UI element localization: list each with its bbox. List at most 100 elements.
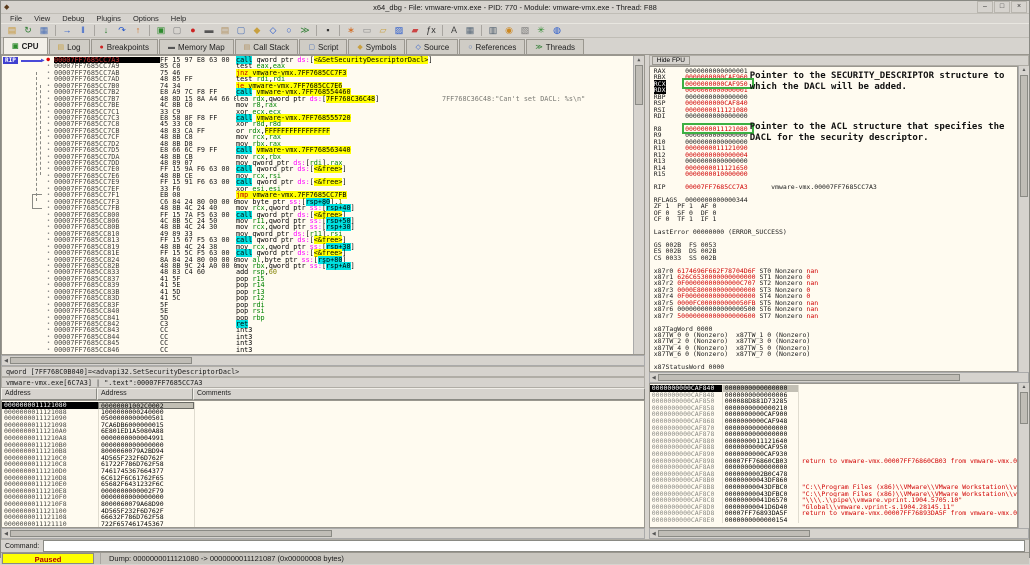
tab-script[interactable]: ▢Script [299, 39, 347, 54]
restart-icon[interactable]: ↻ [21, 24, 36, 37]
dump-row[interactable]: 00000000111210C04D565F232F6D762F [2, 455, 644, 462]
tab-symbols[interactable]: ◆Symbols [348, 39, 405, 54]
dump-row[interactable]: 00000000111210900500000000000501 [2, 415, 644, 422]
symbols-icon[interactable]: ◆ [250, 24, 265, 37]
tab-breakpoints[interactable]: ●Breakpoints [91, 39, 158, 54]
command-input[interactable] [43, 540, 1025, 552]
bug-icon[interactable]: ✳ [534, 24, 549, 37]
menu-options[interactable]: Options [127, 14, 165, 23]
hide-fpu-button[interactable]: Hide FPU [652, 56, 690, 65]
script-icon[interactable]: ▢ [234, 24, 249, 37]
dump-header-address-1[interactable]: Address [97, 388, 193, 400]
minimize-button[interactable]: – [977, 1, 993, 13]
scrollbar-thumb[interactable] [658, 374, 960, 381]
dump-row[interactable]: 00000000111210E065682F6431232F6C [2, 481, 644, 488]
dump-header-address-0[interactable]: Address [1, 388, 97, 400]
memmap2-icon[interactable]: ▥ [486, 24, 501, 37]
highlight-icon[interactable]: ▨ [392, 24, 407, 37]
references-icon[interactable]: ○ [282, 24, 297, 37]
execute-till-return-icon[interactable]: ↑ [131, 24, 146, 37]
source-icon[interactable]: ◇ [266, 24, 281, 37]
menu-debug[interactable]: Debug [56, 14, 90, 23]
fx-icon[interactable]: ƒx [424, 24, 439, 37]
dump-row[interactable]: 00000000111210A06E801ED1A5080A88 [2, 428, 644, 435]
dump-row[interactable]: 00000000111210E80000000000002F79 [2, 488, 644, 495]
dump-header-comments-2[interactable]: Comments [193, 388, 645, 400]
dump-row[interactable]: 00000000111210B00000000000000000 [2, 442, 644, 449]
dump-row[interactable]: 00000000111210D07461745367664377 [2, 468, 644, 475]
dump-row[interactable]: 00000000111210B88000060079A2BD94 [2, 448, 644, 455]
dump-row[interactable]: 00000000111210F00000000000000000 [2, 494, 644, 501]
menu-help[interactable]: Help [165, 14, 192, 23]
pause-icon[interactable]: ‖ [76, 24, 91, 37]
tab-call-stack[interactable]: ▤Call Stack [235, 39, 299, 54]
maximize-button[interactable]: □ [994, 1, 1010, 13]
step-over-icon[interactable]: ↷ [115, 24, 130, 37]
open-file-icon[interactable]: ▤ [5, 24, 20, 37]
menu-view[interactable]: View [28, 14, 56, 23]
stack-vertical-scrollbar[interactable]: ▲ [1018, 383, 1029, 528]
dump-row[interactable]: 00000000111210C861722F786D762F58 [2, 461, 644, 468]
scrollbar-thumb[interactable] [10, 530, 332, 537]
snowman-icon[interactable]: ▪ [321, 24, 336, 37]
dump-row[interactable]: 00000000111210D86C612F6C61762F65 [2, 475, 644, 482]
erase-icon[interactable]: ▰ [408, 24, 423, 37]
comment-icon[interactable]: ▭ [360, 24, 375, 37]
call-stack-icon[interactable]: ▤ [218, 24, 233, 37]
register-line[interactable]: x87SW_B 0 x87SW_C3 0 x87SW_C2 0 [654, 371, 1017, 372]
scroll-left-icon[interactable]: ◀ [650, 375, 658, 381]
update-icon[interactable]: ▧ [518, 24, 533, 37]
tab-cpu[interactable]: ▣CPU [3, 37, 48, 54]
scrollbar-thumb[interactable] [10, 357, 192, 364]
about-icon[interactable]: ◍ [550, 24, 565, 37]
step-into-icon[interactable]: ↓ [99, 24, 114, 37]
right-column: Hide FPU Pointer to the SECURITY_DESCRIP… [649, 55, 1029, 539]
az-icon[interactable]: A [447, 24, 462, 37]
tab-threads[interactable]: ≫Threads [526, 39, 584, 54]
dump-row[interactable]: 00000000111210F88000060079A68D90 [2, 501, 644, 508]
tab-log[interactable]: ▤Log [49, 39, 90, 54]
tab-references[interactable]: ○References [459, 39, 525, 54]
dump-row[interactable]: 0000000011121110722F657461745367 [2, 521, 644, 528]
threads-icon[interactable]: ≫ [298, 24, 313, 37]
dump-row[interactable]: 00000000111210A80000000000004991 [2, 435, 644, 442]
scrollbar-thumb[interactable] [658, 530, 810, 537]
dump-row[interactable]: 000000001112108000000001002C0002 [2, 402, 644, 409]
log-icon[interactable]: ▢ [170, 24, 185, 37]
dump-row[interactable]: 00000000111211004D565F232F6D762F [2, 508, 644, 515]
scroll-left-icon[interactable]: ◀ [2, 358, 10, 364]
registers-horizontal-scrollbar[interactable]: ◀ [649, 372, 1029, 383]
run-icon[interactable]: → [60, 24, 75, 37]
tab-source[interactable]: ◇Source [406, 39, 458, 54]
stack-row[interactable]: 0000000000CAF8E00000000000000154 [650, 517, 1017, 524]
memory-map-icon[interactable]: ▬ [202, 24, 217, 37]
tab-label: Script [318, 43, 338, 52]
scroll-left-icon[interactable]: ◀ [650, 531, 658, 537]
disassembly-horizontal-scrollbar[interactable]: ◀ [1, 355, 645, 366]
scroll-left-icon[interactable]: ◀ [2, 531, 10, 537]
label-icon[interactable]: ▱ [376, 24, 391, 37]
breakpoints-icon[interactable]: ● [186, 24, 201, 37]
dump-row[interactable]: 000000001112110866632F786D762F58 [2, 514, 644, 521]
registers-vertical-scrollbar[interactable]: ▲ [1018, 66, 1029, 372]
tab-memory-map[interactable]: ▬Memory Map [159, 39, 234, 54]
scrollbar-thumb[interactable] [1020, 75, 1028, 197]
cpu-icon[interactable]: ▣ [154, 24, 169, 37]
dump-row[interactable]: 00000000111210881000000000240000 [2, 409, 644, 416]
menu-file[interactable]: File [4, 14, 28, 23]
close-button[interactable]: × [1011, 1, 1027, 13]
attach-icon[interactable]: ◉ [502, 24, 517, 37]
dump-horizontal-scrollbar[interactable]: ◀ [1, 528, 645, 539]
menu-plugins[interactable]: Plugins [90, 14, 127, 23]
close-process-icon[interactable]: ▦ [37, 24, 52, 37]
dump-row[interactable]: 00000000111210987CA6DB6000000015 [2, 422, 644, 429]
stack-horizontal-scrollbar[interactable]: ◀ [649, 528, 1029, 539]
rip-marker: RIP [3, 57, 18, 64]
disasm-row[interactable]: •00007FF7685CC846CCint3 [2, 347, 644, 353]
calculator-icon[interactable]: ▦ [463, 24, 478, 37]
scrollbar-thumb[interactable] [1020, 392, 1028, 424]
scroll-up-icon[interactable]: ▲ [1019, 66, 1029, 74]
toolbar-separator [55, 25, 56, 36]
scroll-up-icon[interactable]: ▲ [1019, 383, 1029, 391]
patch-icon[interactable]: ∗ [344, 24, 359, 37]
